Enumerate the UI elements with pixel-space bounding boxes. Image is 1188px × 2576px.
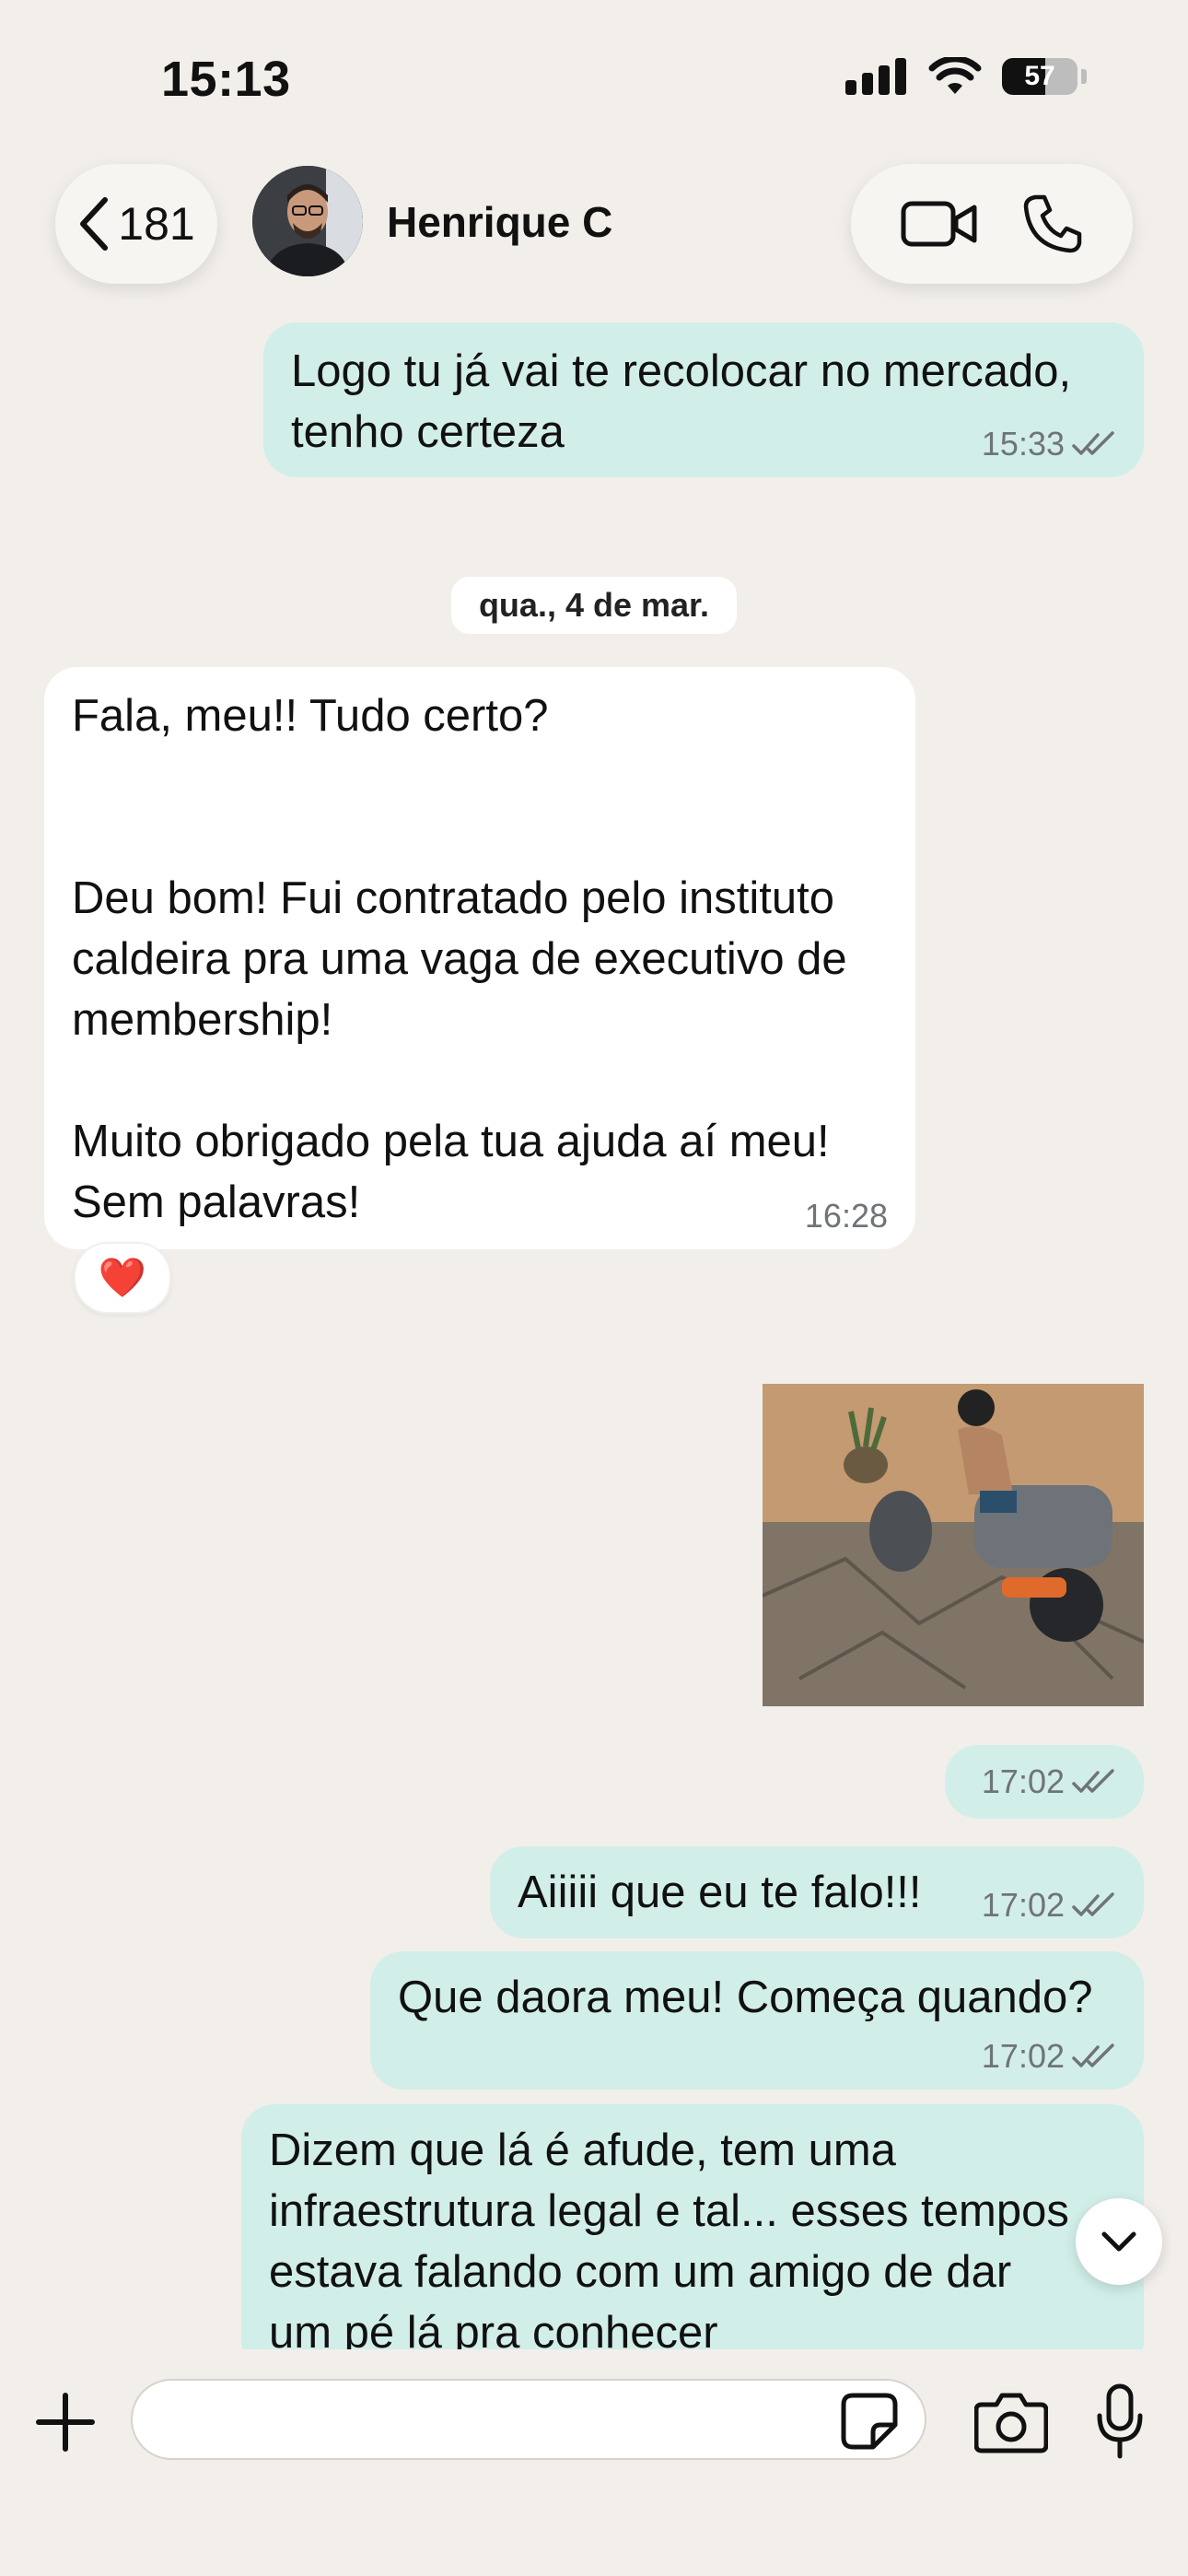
cellular-signal-icon xyxy=(845,58,906,95)
microphone-icon[interactable] xyxy=(1096,2383,1144,2460)
reaction-badge[interactable]: ❤️ xyxy=(74,1242,171,1314)
double-check-icon xyxy=(1072,2043,1114,2067)
message-outgoing[interactable]: Dizem que lá é afude, tem uma infraestru… xyxy=(241,2104,1144,2373)
message-text: Que daora meu! Começa quando? xyxy=(398,1973,1093,2022)
message-meta: 17:02 xyxy=(982,1763,1116,1800)
date-separator: qua., 4 de mar. xyxy=(450,577,738,634)
double-check-icon xyxy=(1072,1769,1114,1793)
message-time: 17:02 xyxy=(981,1886,1065,1924)
message-meta: 16:28 xyxy=(805,1198,888,1235)
sticker-icon[interactable] xyxy=(840,2392,899,2451)
plus-icon[interactable] xyxy=(33,2390,98,2454)
message-composer xyxy=(0,2349,1188,2576)
contact-name[interactable]: Henrique C xyxy=(387,197,612,247)
status-time: 15:13 xyxy=(161,52,291,107)
message-outgoing[interactable]: Que daora meu! Começa quando? 17:02 xyxy=(370,1951,1144,2090)
heart-reaction: ❤️ xyxy=(98,1255,147,1299)
message-text: Dizem que lá é afude, tem uma infraestru… xyxy=(269,2125,1069,2358)
message-time: 17:02 xyxy=(981,2037,1065,2075)
scroll-to-bottom-button[interactable] xyxy=(1076,2198,1162,2285)
media-thumbnail[interactable] xyxy=(763,1384,1144,1706)
message-time: 16:28 xyxy=(804,1197,888,1235)
message-time: 15:33 xyxy=(981,425,1065,463)
double-check-icon xyxy=(1072,431,1114,455)
chevron-down-icon xyxy=(1101,2231,1136,2252)
call-actions xyxy=(851,164,1133,284)
message-outgoing[interactable]: Logo tu já vai te recolocar no mercado, … xyxy=(263,322,1144,477)
back-button[interactable]: 181 xyxy=(55,164,217,284)
status-bar: 15:13 57 xyxy=(0,0,1188,157)
message-time: 17:02 xyxy=(981,1762,1065,1800)
wifi-icon xyxy=(928,57,982,94)
unread-count: 181 xyxy=(118,198,195,250)
camera-icon[interactable] xyxy=(974,2390,1048,2454)
message-meta: 17:02 xyxy=(982,1887,1116,1924)
message-outgoing[interactable]: Aiiiii que eu te falo!!! 17:02 xyxy=(490,1846,1144,1938)
media-caption-meta: 17:02 xyxy=(945,1745,1144,1819)
message-input[interactable] xyxy=(131,2379,926,2460)
chevron-left-icon xyxy=(80,197,109,251)
message-text: Fala, meu!! Tudo certo? Deu bom! Fui con… xyxy=(72,691,847,1227)
battery-indicator: 57 xyxy=(1002,58,1087,95)
avatar[interactable] xyxy=(252,166,363,276)
battery-percent: 57 xyxy=(1024,61,1055,91)
avatar-image xyxy=(252,166,363,276)
message-meta: 17:02 xyxy=(982,2038,1116,2075)
status-icons: 57 xyxy=(845,57,1087,96)
media-image xyxy=(763,1384,1144,1706)
message-meta: 15:33 xyxy=(982,426,1116,463)
message-incoming[interactable]: Fala, meu!! Tudo certo? Deu bom! Fui con… xyxy=(44,667,915,1249)
double-check-icon xyxy=(1072,1892,1114,1916)
phone-icon[interactable] xyxy=(1022,193,1083,254)
video-call-icon[interactable] xyxy=(901,198,978,250)
